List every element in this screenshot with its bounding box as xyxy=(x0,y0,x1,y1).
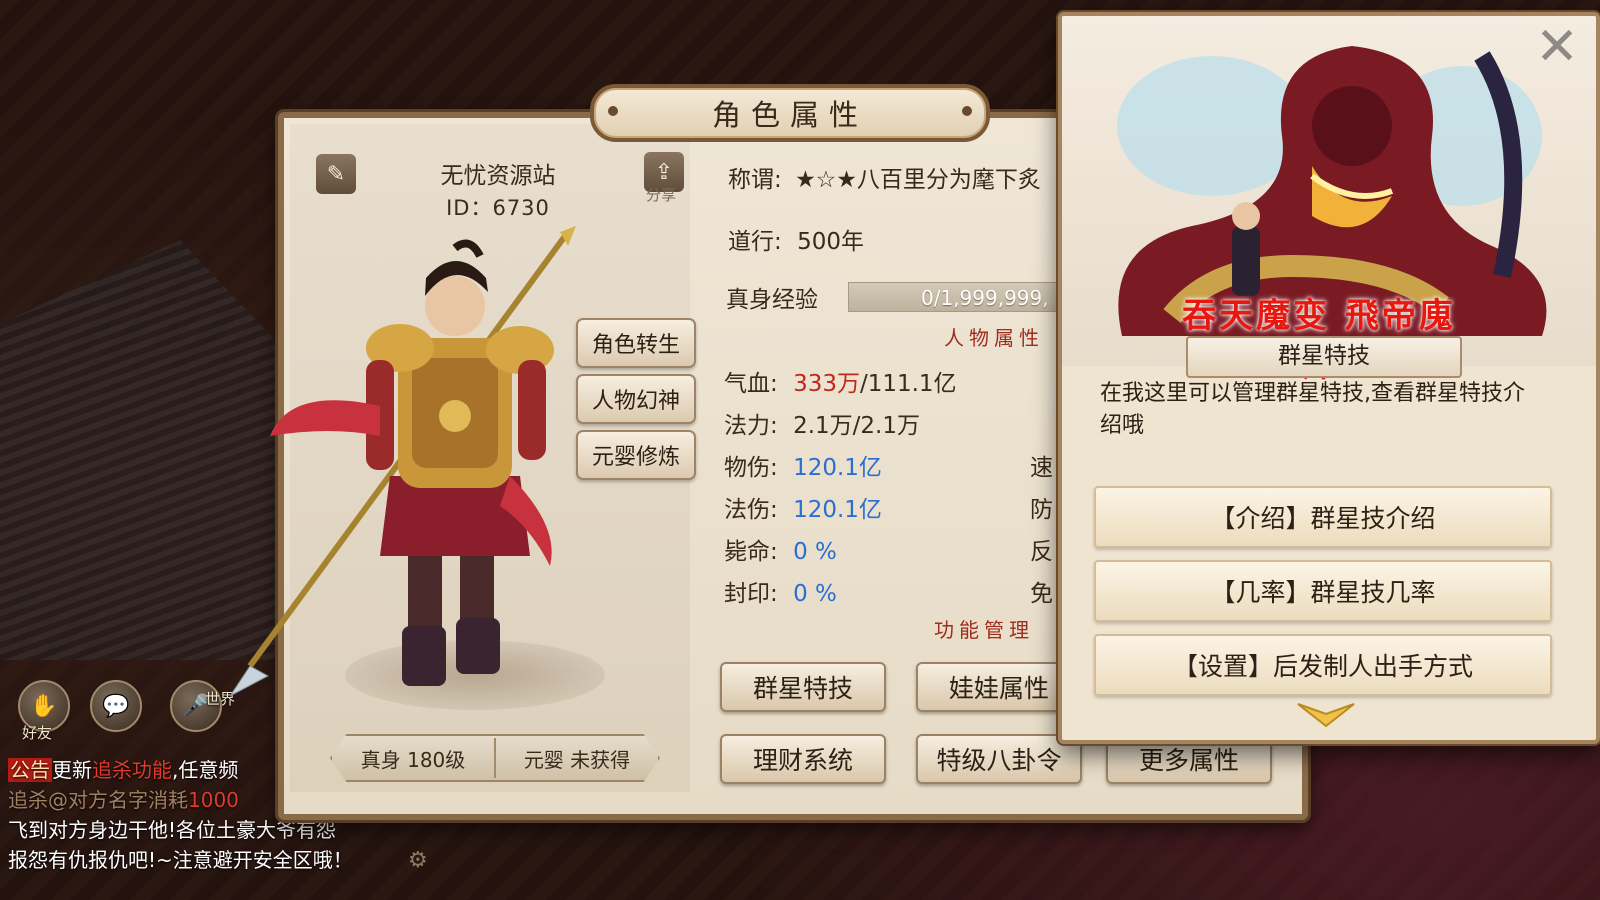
speed-label: 速 xyxy=(1030,455,1053,481)
close-icon[interactable]: ✕ xyxy=(1532,21,1582,73)
chat-text: ,任意频 xyxy=(172,758,239,782)
share-label: 分享 xyxy=(646,186,677,204)
daoxing-label: 道行: xyxy=(728,229,782,255)
magic-damage-row: 法伤: 120.1亿 xyxy=(724,490,882,524)
character-attributes-heading: 人物属性 xyxy=(944,326,1044,350)
daoxing-row: 道行: 500年 xyxy=(728,222,864,256)
option-probability-button[interactable]: 【几率】群星技几率 xyxy=(1094,560,1552,622)
phys-damage-value: 120.1亿 xyxy=(793,455,882,481)
settings-gear-icon[interactable]: ⚙ xyxy=(408,848,428,873)
title-value: ★☆★八百里分为麾下炙 xyxy=(795,167,1041,193)
character-id: ID：6730 xyxy=(446,196,550,220)
title-knob-right xyxy=(962,106,972,116)
function-management-heading: 功能管理 xyxy=(934,618,1034,642)
chat-highlight: 追杀功能 xyxy=(92,758,172,782)
star-skill-button[interactable]: 群星特技 xyxy=(720,662,886,712)
title-knob-left xyxy=(608,106,618,116)
yuanying-status-text: 元婴 未获得 xyxy=(523,747,631,772)
crit-label: 毙命: xyxy=(724,539,778,565)
magic-damage-label: 法伤: xyxy=(724,497,778,523)
phys-damage-row: 物伤: 120.1亿 xyxy=(724,448,882,482)
chat-highlight: 1000 xyxy=(188,788,239,812)
finance-system-button[interactable]: 理财系统 xyxy=(720,734,886,784)
panel-title: 角色属性 xyxy=(590,84,990,142)
announcement-tag: 公告 xyxy=(8,758,52,782)
magic-damage-value: 120.1亿 xyxy=(793,497,882,523)
exp-progress-bar: 0/1,999,999, xyxy=(848,282,1068,312)
crit-value: 0 % xyxy=(793,539,837,565)
character-name: 无忧资源站 xyxy=(440,163,556,189)
edit-name-button[interactable]: ✎ xyxy=(316,154,356,194)
hp-label: 气血: xyxy=(724,371,778,397)
yuanying-cultivate-button[interactable]: 元婴修炼 xyxy=(576,430,696,480)
pencil-icon: ✎ xyxy=(326,161,346,187)
body-level-text: 真身 180级 xyxy=(360,747,466,772)
scroll-down-chevron-icon[interactable] xyxy=(1296,700,1356,730)
chat-text: 更新 xyxy=(52,758,92,782)
hp-max-value: /111.1亿 xyxy=(859,371,957,397)
level-bar: 真身 180级 元婴 未获得 xyxy=(330,734,660,782)
mp-value: 2.1万/2.1万 xyxy=(793,413,920,439)
exp-label: 真身经验 xyxy=(726,287,818,313)
mp-row: 法力: 2.1万/2.1万 xyxy=(724,406,920,440)
chat-line: 报怨有仇报仇吧!~注意避开安全区哦！ xyxy=(8,848,353,872)
crit-row: 毙命: 0 % xyxy=(724,532,837,566)
phys-damage-label: 物伤: xyxy=(724,455,778,481)
hp-current-value: 333万 xyxy=(793,371,860,397)
mp-label: 法力: xyxy=(724,413,778,439)
character-illusion-button[interactable]: 人物幻神 xyxy=(576,374,696,424)
title-row: 称谓: ★☆★八百里分为麾下炙 xyxy=(728,160,1041,194)
hp-row: 气血: 333万/111.1亿 xyxy=(724,364,957,398)
popup-title: 群星特技 xyxy=(1186,336,1462,378)
bagua-order-button[interactable]: 特级八卦令 xyxy=(916,734,1082,784)
chat-text: 追杀@对方名字消耗 xyxy=(8,788,188,812)
panel-title-text: 角色属性 xyxy=(711,98,868,132)
character-model xyxy=(230,226,576,697)
share-icon: ⇪ xyxy=(654,159,674,185)
immune-label: 免 xyxy=(1030,581,1053,607)
character-rebirth-button[interactable]: 角色转生 xyxy=(576,318,696,368)
defense-label: 防 xyxy=(1030,497,1053,523)
daoxing-value: 500年 xyxy=(797,229,864,255)
seal-row: 封印: 0 % xyxy=(724,574,837,608)
seal-value: 0 % xyxy=(793,581,837,607)
seal-label: 封印: xyxy=(724,581,778,607)
title-label: 称谓: xyxy=(728,167,782,193)
option-settings-button[interactable]: 【设置】后发制人出手方式 xyxy=(1094,634,1552,696)
counter-label: 反 xyxy=(1030,539,1053,565)
friends-label: 好友 xyxy=(22,724,53,742)
chat-bubble-icon[interactable]: 💬 xyxy=(90,680,142,732)
option-introduction-button[interactable]: 【介绍】群星技介绍 xyxy=(1094,486,1552,548)
popup-description: 在我这里可以管理群星特技,查看群星特技介绍哦 xyxy=(1100,381,1525,438)
